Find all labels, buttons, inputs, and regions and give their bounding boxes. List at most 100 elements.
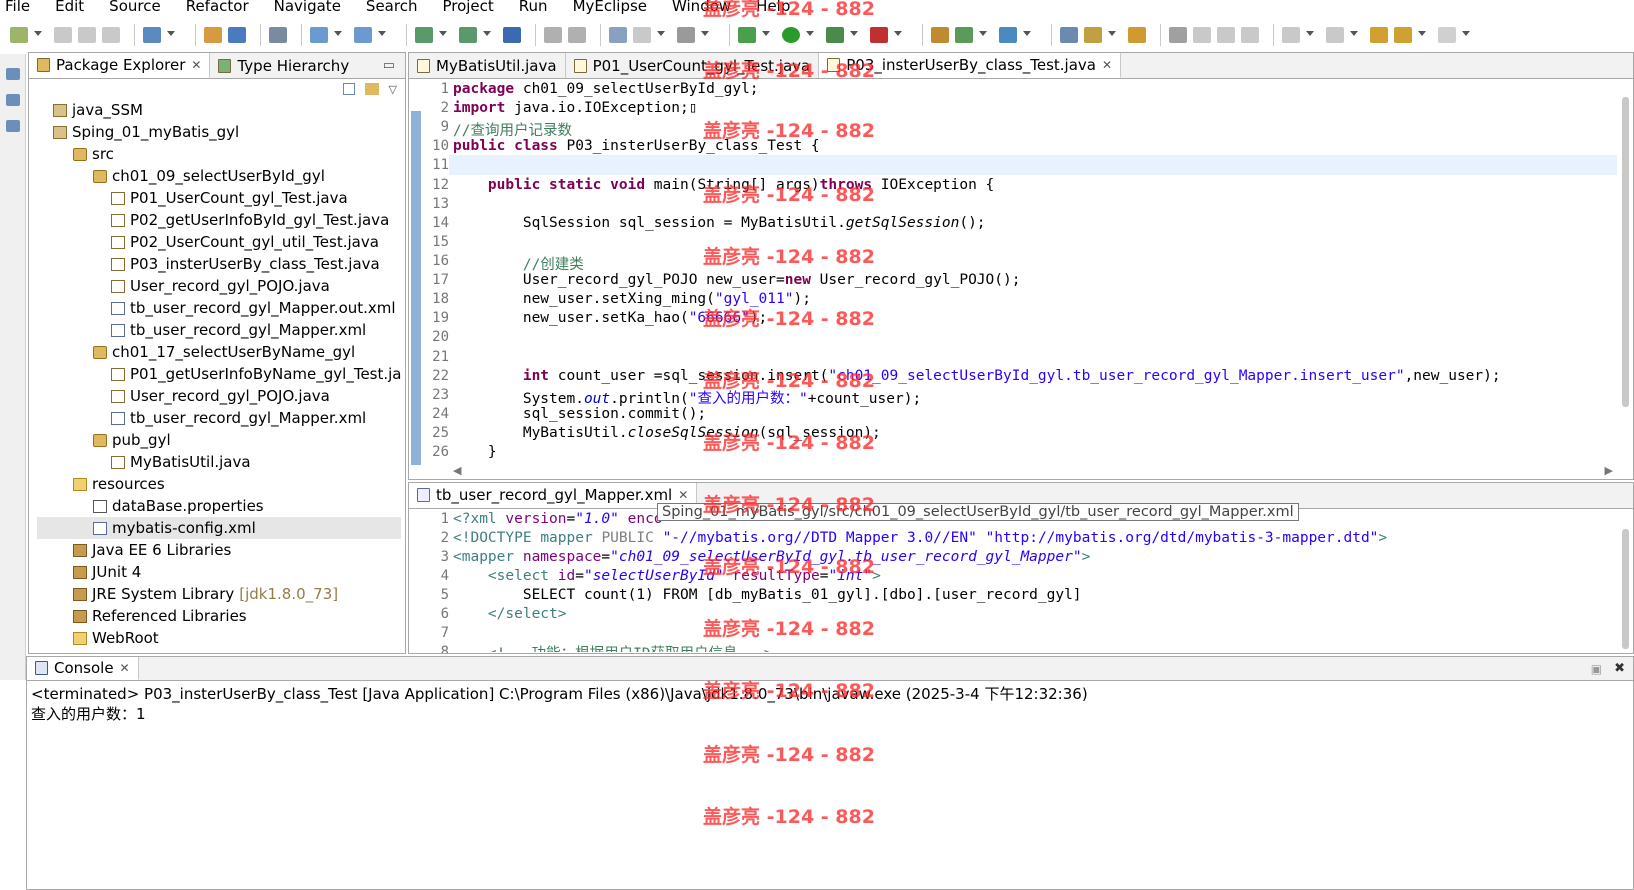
- search-icon[interactable]: [999, 27, 1017, 43]
- tree-item[interactable]: dataBase.properties: [37, 495, 401, 517]
- new-file-icon[interactable]: [459, 27, 477, 43]
- chevron-down-icon[interactable]: [483, 31, 491, 39]
- new-project-icon[interactable]: [143, 27, 161, 43]
- menu-navigate[interactable]: Navigate: [274, 0, 341, 14]
- tree-item[interactable]: User_record_gyl_POJO.java: [37, 275, 401, 297]
- chevron-down-icon[interactable]: [1023, 31, 1031, 39]
- menu-edit[interactable]: Edit: [55, 0, 84, 14]
- menu-refactor[interactable]: Refactor: [186, 0, 249, 14]
- tree-item[interactable]: P01_getUserInfoByName_gyl_Test.java: [37, 363, 401, 385]
- chevron-down-icon[interactable]: [34, 31, 42, 39]
- prev-annotation-icon[interactable]: [1326, 27, 1344, 43]
- menu-source[interactable]: Source: [109, 0, 161, 14]
- screen-icon[interactable]: [677, 27, 695, 43]
- pin-icon[interactable]: [1169, 27, 1187, 43]
- scroll-thumb[interactable]: [1622, 529, 1629, 649]
- menu-window[interactable]: Window: [672, 0, 731, 14]
- chevron-down-icon[interactable]: [979, 31, 987, 39]
- save-icon[interactable]: [54, 27, 72, 43]
- collapse-all-icon[interactable]: [343, 83, 355, 95]
- remove-launch-icon[interactable]: ✖: [1614, 661, 1625, 676]
- print-icon[interactable]: [102, 27, 120, 43]
- chevron-down-icon[interactable]: [850, 31, 858, 39]
- menu-file[interactable]: File: [5, 0, 30, 14]
- chevron-down-icon[interactable]: [1306, 31, 1314, 39]
- package-new-icon[interactable]: [931, 27, 949, 43]
- chevron-down-icon[interactable]: [894, 31, 902, 39]
- xml-code-area[interactable]: 1 2 3 4 5 6 7 8 <?xml version="1.0" enco <!DOCT…: [409, 509, 1617, 653]
- editor-horizontal-scrollbar[interactable]: ◀ ▶: [449, 463, 1617, 479]
- chevron-down-icon[interactable]: [762, 31, 770, 39]
- tab-type-hierarchy[interactable]: Type Hierarchy: [210, 53, 357, 78]
- xml-vertical-scrollbar[interactable]: [1617, 509, 1633, 649]
- save-all-icon[interactable]: [78, 27, 96, 43]
- new-icon[interactable]: [10, 27, 28, 43]
- redo-icon[interactable]: [568, 27, 586, 43]
- tab-p01-usercount[interactable]: P01_UserCount_gyl_Test.java: [566, 53, 820, 78]
- chevron-down-icon[interactable]: [657, 31, 665, 39]
- chevron-down-icon[interactable]: [701, 31, 709, 39]
- tree-item[interactable]: P02_UserCount_gyl_util_Test.java: [37, 231, 401, 253]
- scroll-thumb[interactable]: [1622, 97, 1629, 407]
- tree-item[interactable]: src: [37, 143, 401, 165]
- block-icon[interactable]: [1217, 27, 1235, 43]
- editor-vertical-scrollbar[interactable]: [1617, 79, 1633, 463]
- bookmark-icon[interactable]: [1128, 27, 1146, 43]
- chevron-down-icon[interactable]: [1108, 31, 1116, 39]
- menu-help[interactable]: Help: [756, 0, 790, 14]
- open-folder-icon[interactable]: [1060, 27, 1078, 43]
- tree-item[interactable]: java_SSM: [37, 99, 401, 121]
- restore-icon[interactable]: [6, 68, 20, 80]
- tree-item[interactable]: resources: [37, 473, 401, 495]
- deploy-icon[interactable]: [228, 27, 246, 43]
- open-type-icon[interactable]: [609, 27, 627, 43]
- chevron-down-icon[interactable]: [167, 31, 175, 39]
- tree-item[interactable]: JRE System Library [jdk1.8.0_73]: [37, 583, 401, 605]
- web-icon[interactable]: [354, 27, 372, 43]
- chevron-down-icon[interactable]: [806, 31, 814, 39]
- pencil-icon[interactable]: [1084, 27, 1102, 43]
- next-annotation-icon[interactable]: [1282, 27, 1300, 43]
- task-icon[interactable]: [633, 27, 651, 43]
- last-edit-icon[interactable]: [1370, 27, 1388, 43]
- undo-icon[interactable]: [544, 27, 562, 43]
- coverage-icon[interactable]: [826, 27, 844, 43]
- chevron-down-icon[interactable]: [334, 31, 342, 39]
- paragraph-icon[interactable]: [1241, 27, 1259, 43]
- tab-console[interactable]: Console ✕: [27, 657, 139, 680]
- tree-item[interactable]: MyBatisUtil.java: [37, 451, 401, 473]
- minimize-icon[interactable]: ▭: [383, 58, 395, 73]
- tree-item[interactable]: tb_user_record_gyl_Mapper.out.xml: [37, 297, 401, 319]
- chevron-down-icon[interactable]: [439, 31, 447, 39]
- chevron-down-icon[interactable]: [1418, 31, 1426, 39]
- menu-project[interactable]: Project: [442, 0, 493, 14]
- external-tools-icon[interactable]: [870, 27, 888, 43]
- tree-item[interactable]: P03_insterUserBy_class_Test.java: [37, 253, 401, 275]
- terminate-icon[interactable]: ▣: [1591, 662, 1602, 676]
- chevron-down-icon[interactable]: [1350, 31, 1358, 39]
- tree-item[interactable]: User_record_gyl_POJO.java: [37, 385, 401, 407]
- tree-item[interactable]: tb_user_record_gyl_Mapper.xml: [37, 319, 401, 341]
- view-menu-icon[interactable]: ▽: [389, 83, 397, 96]
- close-icon[interactable]: ✕: [678, 488, 688, 502]
- tree-item[interactable]: tb_user_record_gyl_Mapper.xml: [37, 407, 401, 429]
- run-icon[interactable]: [782, 27, 800, 43]
- globe-icon[interactable]: [503, 27, 521, 43]
- close-icon[interactable]: ✕: [191, 58, 201, 72]
- menu-myeclipse[interactable]: MyEclipse: [573, 0, 647, 14]
- menu-search[interactable]: Search: [366, 0, 418, 14]
- tree-item[interactable]: Java EE 6 Libraries: [37, 539, 401, 561]
- link-editor-icon[interactable]: [365, 83, 379, 95]
- tree-item[interactable]: ch01_09_selectUserById_gyl: [37, 165, 401, 187]
- chevron-down-icon[interactable]: [378, 31, 386, 39]
- debug-icon[interactable]: [738, 27, 756, 43]
- refresh-icon[interactable]: [955, 27, 973, 43]
- package-icon[interactable]: [204, 27, 222, 43]
- tab-package-explorer[interactable]: Package Explorer ✕: [29, 53, 211, 78]
- server-icon[interactable]: [269, 27, 287, 43]
- tab-mapper-xml[interactable]: tb_user_record_gyl_Mapper.xml ✕: [409, 483, 698, 508]
- tab-p03-insteruser[interactable]: P03_insterUserBy_class_Test.java ✕: [819, 53, 1122, 78]
- tree-item[interactable]: P02_getUserInfoById_gyl_Test.java: [37, 209, 401, 231]
- tree-item[interactable]: mybatis-config.xml: [37, 517, 401, 539]
- tree-item[interactable]: Referenced Libraries: [37, 605, 401, 627]
